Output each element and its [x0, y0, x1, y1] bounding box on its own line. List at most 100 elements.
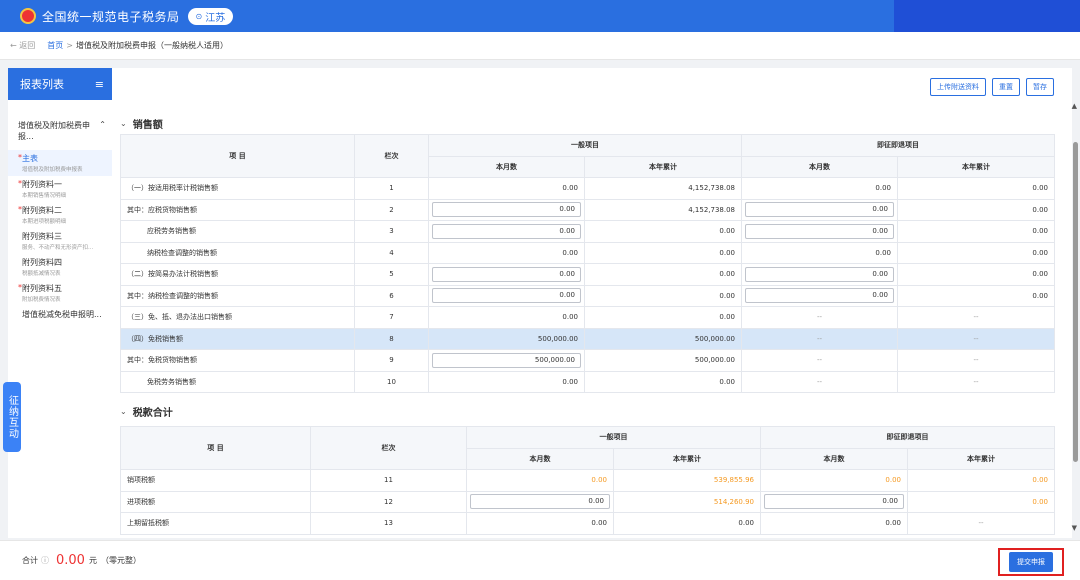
table-cell: 514,260.90 — [613, 490, 761, 513]
sidebar-item-subtitle: 税额抵减情况表 — [22, 271, 61, 277]
row-label: 销项税额 — [120, 469, 311, 492]
total-label: 合计 — [22, 556, 38, 565]
upload-attachments-button[interactable]: 上传附送资料 — [930, 78, 986, 96]
sidebar-item-subtitle: 服务、不动产和无形资产扣... — [22, 245, 94, 251]
table-cell: 0.00 — [466, 512, 614, 535]
table-cell: 0.00 — [584, 241, 742, 264]
table-row: 其中：纳税检查调整的销售额 6 0.00 0.00 0.00 0.00 — [120, 284, 1055, 307]
sidebar-title: 报表列表 — [20, 78, 64, 91]
user-area[interactable] — [894, 0, 1080, 32]
tax-section-title[interactable]: ⌄ 税款合计 — [120, 404, 173, 419]
table-row: 应税劳务销售额 3 0.00 0.00 0.00 0.00 — [120, 220, 1055, 243]
region-selector[interactable]: ⊙ 江苏 — [187, 7, 234, 25]
sidebar-item[interactable]: 增值税减免税申报明... — [8, 306, 112, 323]
sidebar-item-subtitle: 本期进项税额明细 — [22, 219, 67, 225]
table-cell: 539,855.96 — [613, 469, 761, 492]
table-cell: 500,000.00 — [584, 327, 742, 350]
scroll-down-icon[interactable]: ▼ — [1072, 524, 1077, 532]
amount-input[interactable]: 0.00 — [745, 266, 894, 282]
table-cell: 0.00 — [907, 469, 1055, 492]
table-cell: -- — [741, 370, 898, 393]
table-cell: 0.00 — [897, 284, 1055, 307]
sidebar-item[interactable]: * 附列资料二 本期进项税额明细 — [8, 202, 112, 228]
table-cell: 0.00 — [584, 284, 742, 307]
table-row: 销项税额 11 0.00 539,855.96 0.00 0.00 — [120, 469, 1055, 492]
table-cell: -- — [897, 327, 1055, 350]
amount-input[interactable]: 0.00 — [470, 494, 610, 510]
row-number: 13 — [310, 512, 467, 535]
submit-highlight-box: 提交申报 — [998, 548, 1064, 576]
amount-input[interactable]: 0.00 — [432, 288, 581, 304]
info-icon[interactable]: ⓘ — [41, 555, 49, 566]
table-row: 免税劳务销售额 10 0.00 0.00 -- -- — [120, 370, 1055, 393]
table-cell: 0.00 — [428, 284, 585, 307]
system-title: 全国统一规范电子税务局 — [42, 9, 180, 24]
report-list-sidebar: 报表列表 ≡ 增值税及附加税费申报... ⌃ * 主表 增值税及附加税费申报表 * 附列… — [8, 68, 112, 538]
interaction-float-tab[interactable]: 征纳互动 — [3, 382, 21, 452]
table-row: 其中：免税货物销售额 9 500,000.00 500,000.00 -- -- — [120, 349, 1055, 372]
breadcrumb: ← 返回 首页 > 增值税及附加税费申报（一般纳税人适用） — [0, 32, 1080, 60]
required-mark: * — [18, 179, 22, 188]
col-refund-month: 本月数 — [741, 155, 898, 178]
amount-input[interactable]: 0.00 — [764, 494, 904, 510]
table-cell: 0.00 — [428, 198, 585, 221]
amount-input[interactable]: 0.00 — [432, 223, 581, 239]
main-content: 上传附送资料 重置 暂存 ⌄ 销售额 项 目 栏次 一般项目 即征即退项目 本月… — [112, 68, 1072, 538]
sidebar-item[interactable]: * 附列资料一 本期销售情况明细 — [8, 176, 112, 202]
table-cell: 0.00 — [907, 490, 1055, 513]
back-link[interactable]: ← 返回 — [10, 40, 35, 51]
table-cell: -- — [741, 306, 898, 329]
sales-section-title[interactable]: ⌄ 销售额 — [120, 116, 163, 131]
toolbar: 上传附送资料 重置 暂存 — [930, 78, 1054, 96]
table-cell: 500,000.00 — [584, 349, 742, 372]
col-refund: 即征即退项目 — [741, 134, 1055, 157]
table-cell: 500,000.00 — [428, 327, 585, 350]
scrollbar-thumb[interactable] — [1073, 142, 1078, 462]
submit-declaration-button[interactable]: 提交申报 — [1009, 552, 1053, 572]
sidebar-item[interactable]: 附列资料四 税额抵减情况表 — [8, 254, 112, 280]
chevron-down-icon: ⌄ — [120, 407, 127, 416]
sidebar-item[interactable]: * 主表 增值税及附加税费申报表 — [8, 150, 112, 176]
table-row: （三）免、抵、退办法出口销售额 7 0.00 0.00 -- -- — [120, 306, 1055, 329]
tax-title-label: 税款合计 — [132, 408, 173, 419]
table-cell: 0.00 — [584, 306, 742, 329]
table-cell: 0.00 — [897, 241, 1055, 264]
amount-input[interactable]: 0.00 — [745, 202, 894, 218]
sidebar-item-subtitle: 本期销售情况明细 — [22, 193, 67, 199]
row-number: 8 — [354, 327, 429, 350]
col-item: 项 目 — [120, 134, 355, 178]
location-pin-icon: ⊙ — [195, 11, 203, 21]
reset-button[interactable]: 重置 — [992, 78, 1020, 96]
scroll-up-icon[interactable]: ▲ — [1072, 102, 1077, 110]
table-cell: 0.00 — [741, 284, 898, 307]
tax-emblem-icon — [20, 8, 36, 24]
table-cell: 0.00 — [760, 469, 908, 492]
amount-input[interactable]: 0.00 — [432, 266, 581, 282]
sidebar-item[interactable]: 附列资料三 服务、不动产和无形资产扣... — [8, 228, 112, 254]
amount-input[interactable]: 500,000.00 — [432, 352, 581, 368]
amount-input[interactable]: 0.00 — [432, 202, 581, 218]
amount-input[interactable]: 0.00 — [745, 288, 894, 304]
row-number: 9 — [354, 349, 429, 372]
col-general: 一般项目 — [466, 426, 761, 449]
breadcrumb-current: 增值税及附加税费申报（一般纳税人适用） — [75, 41, 228, 50]
table-cell: 0.00 — [584, 220, 742, 243]
sidebar-header: 报表列表 ≡ — [8, 68, 112, 100]
total-unit: 元 — [88, 556, 97, 565]
save-draft-button[interactable]: 暂存 — [1026, 78, 1054, 96]
menu-icon[interactable]: ≡ — [95, 78, 104, 91]
row-label: 纳税检查调整的销售额 — [120, 241, 355, 264]
table-cell: -- — [897, 306, 1055, 329]
breadcrumb-home[interactable]: 首页 — [47, 40, 63, 51]
table-row: 进项税额 12 0.00 514,260.90 0.00 0.00 — [120, 490, 1055, 513]
table-row: 纳税检查调整的销售额 4 0.00 0.00 0.00 0.00 — [120, 241, 1055, 264]
col-refund-year: 本年累计 — [907, 447, 1055, 470]
sidebar-item[interactable]: * 附列资料五 附加税费情况表 — [8, 280, 112, 306]
row-label: 免税劳务销售额 — [120, 370, 355, 393]
table-cell: 0.00 — [466, 490, 614, 513]
sidebar-group[interactable]: 增值税及附加税费申报... ⌃ — [8, 120, 112, 142]
col-row-no: 栏次 — [354, 134, 429, 178]
amount-input[interactable]: 0.00 — [745, 223, 894, 239]
back-label: 返回 — [19, 41, 36, 50]
row-label: （一）按适用税率计税销售额 — [120, 177, 355, 200]
